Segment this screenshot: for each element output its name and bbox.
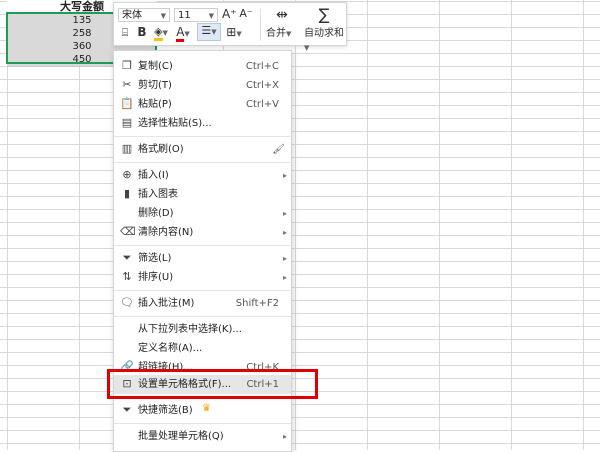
menu-item-delete[interactable]: 删除(D) ▸ (114, 204, 291, 223)
chevron-right-icon: ▸ (282, 254, 287, 263)
funnel-icon: ⏷ (122, 251, 132, 264)
font-size-select[interactable]: 11 ▼ (174, 8, 218, 22)
format-painter-icon: ▥ (121, 142, 133, 155)
brush-icon: 🖌 (272, 144, 285, 155)
menu-item-filter[interactable]: ⏷ 筛选(L) ▸ (114, 249, 291, 268)
autosum-label: 自动求和 (304, 28, 344, 39)
increase-font-button[interactable]: A⁺ (222, 7, 237, 21)
menu-item-format-cells[interactable]: ⊡ 设置单元格格式(F)... Ctrl+1 (114, 375, 291, 394)
bar-chart-icon: ▮ (123, 187, 131, 200)
paste-icon: 📋 (120, 97, 134, 110)
fill-color-icon[interactable]: ◈▼ (152, 25, 170, 41)
borders-icon[interactable]: ⊞▼ (224, 25, 244, 39)
font-name-value: 宋体 (122, 10, 142, 21)
cell-format-icon[interactable]: ⌸ (118, 26, 132, 40)
menu-item-define-name[interactable]: 定义名称(A)... (114, 339, 291, 358)
merge-label: 合并 (266, 28, 286, 39)
menu-item-pick-from-list[interactable]: 从下拉列表中选择(K)... (114, 320, 291, 339)
link-icon: 🔗 (120, 360, 134, 373)
copy-icon: ❐ (122, 59, 132, 72)
merge-button[interactable]: 合并▼ (266, 27, 291, 41)
spreadsheet-grid[interactable] (0, 0, 600, 450)
paste-special-icon: ▤ (121, 116, 133, 129)
menu-item-quick-filter[interactable]: ⏷ 快捷筛选(B) ♛ (114, 401, 291, 420)
menu-item-insert[interactable]: ⊕ 插入(I) ▸ (114, 166, 291, 185)
chevron-right-icon: ▸ (282, 273, 287, 282)
menu-item-copy[interactable]: ❐ 复制(C) Ctrl+C (114, 57, 291, 76)
chevron-right-icon: ▸ (282, 228, 287, 237)
chevron-down-icon: ▼ (208, 12, 214, 20)
menu-item-cut[interactable]: ✂ 剪切(T) Ctrl+X (114, 76, 291, 95)
format-cells-icon: ⊡ (122, 377, 132, 390)
scissors-icon: ✂ (122, 78, 132, 91)
crown-icon: ♛ (202, 403, 211, 414)
funnel-icon: ⏷ (122, 403, 132, 416)
chevron-right-icon: ▸ (282, 209, 287, 218)
sort-icon: ⇅ (122, 270, 132, 283)
font-name-select[interactable]: 宋体 ▼ (118, 8, 170, 22)
bold-button[interactable]: B (136, 25, 148, 39)
align-center-icon[interactable]: ☰▼ (197, 23, 221, 41)
menu-item-clear[interactable]: ⌫ 清除内容(N) ▸ (114, 223, 291, 242)
chevron-right-icon: ▸ (282, 171, 287, 180)
merge-cells-icon[interactable]: ⇹ (264, 7, 300, 23)
menu-item-batch-process[interactable]: 批量处理单元格(Q) ▸ (114, 427, 291, 446)
autosum-button[interactable]: 自动求和▼ (304, 27, 346, 55)
decrease-font-button[interactable]: A⁻ (239, 7, 253, 20)
font-color-icon[interactable]: A▼ (174, 25, 192, 42)
chevron-down-icon: ▼ (160, 12, 166, 20)
floating-format-toolbar: 宋体 ▼ 11 ▼ A⁺ A⁻ ⌸ B ◈▼ A▼ ☰▼ ⊞▼ ⇹ 合并▼ ∑ … (113, 2, 347, 52)
eraser-icon: ⌫ (120, 225, 136, 238)
menu-item-format-painter[interactable]: ▥ 格式刷(O) 🖌 (114, 140, 291, 159)
menu-item-insert-comment[interactable]: 🗨 插入批注(M) Shift+F2 (114, 294, 291, 313)
chevron-right-icon: ▸ (282, 432, 287, 441)
menu-item-insert-chart[interactable]: ▮ 插入图表 (114, 185, 291, 204)
comment-icon: 🗨 (120, 296, 134, 309)
menu-item-sort[interactable]: ⇅ 排序(U) ▸ (114, 268, 291, 287)
insert-icon: ⊕ (122, 168, 132, 181)
sigma-icon[interactable]: ∑ (306, 5, 342, 24)
menu-item-paste-special[interactable]: ▤ 选择性粘贴(S)... (114, 114, 291, 133)
context-menu: ❐ 复制(C) Ctrl+C ✂ 剪切(T) Ctrl+X 📋 粘贴(P) Ct… (113, 50, 292, 452)
font-size-value: 11 (178, 10, 191, 21)
menu-item-paste[interactable]: 📋 粘贴(P) Ctrl+V (114, 95, 291, 114)
